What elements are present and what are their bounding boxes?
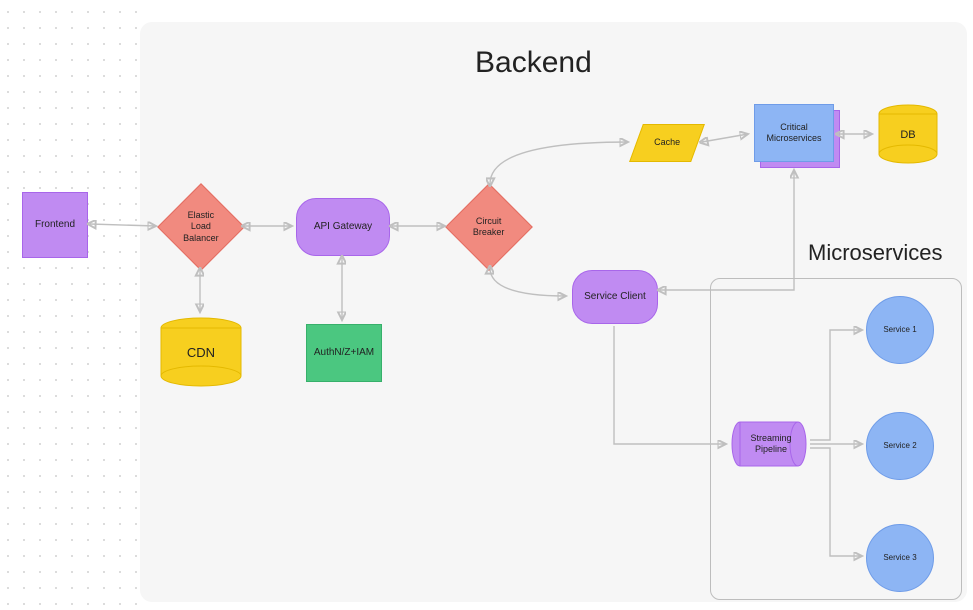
label-cdn-wrap: CDN <box>158 320 244 386</box>
label-service3: Service 3 <box>883 553 916 563</box>
node-service2[interactable]: Service 2 <box>866 412 934 480</box>
dotted-background <box>0 0 140 610</box>
label-streaming-wrap: Streaming Pipeline <box>734 420 808 468</box>
node-service-client[interactable]: Service Client <box>572 270 658 324</box>
label-api-gateway: API Gateway <box>314 221 372 234</box>
label-circuit-breaker: Circuit Breaker <box>473 216 505 239</box>
label-db: DB <box>900 129 915 143</box>
node-critical-ms[interactable]: Critical Microservices <box>754 104 834 162</box>
label-cache: Cache <box>654 137 680 148</box>
label-db-wrap: DB <box>876 110 940 162</box>
diagram-canvas: Backend Microservices Frontend Elastic L… <box>0 0 973 610</box>
node-frontend[interactable]: Frontend <box>22 192 88 258</box>
label-service1: Service 1 <box>883 325 916 335</box>
node-api-gateway[interactable]: API Gateway <box>296 198 390 256</box>
label-frontend: Frontend <box>35 219 75 232</box>
label-authn: AuthN/Z+IAM <box>314 347 374 360</box>
label-cdn: CDN <box>187 345 215 361</box>
label-elastic-lb: Elastic Load Balancer <box>183 210 219 244</box>
label-critical-ms: Critical Microservices <box>766 122 821 145</box>
label-service2: Service 2 <box>883 441 916 451</box>
node-authn[interactable]: AuthN/Z+IAM <box>306 324 382 382</box>
label-service-client: Service Client <box>584 291 646 304</box>
backend-title: Backend <box>475 46 592 80</box>
node-service3[interactable]: Service 3 <box>866 524 934 592</box>
microservices-title: Microservices <box>808 240 942 266</box>
label-streaming: Streaming Pipeline <box>750 433 791 456</box>
node-service1[interactable]: Service 1 <box>866 296 934 364</box>
